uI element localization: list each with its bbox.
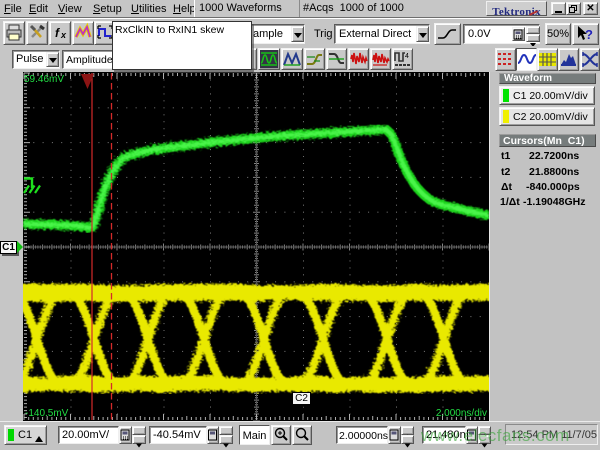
svg-text:4: 4	[405, 53, 409, 60]
svg-text:f: f	[55, 26, 60, 40]
svg-text:x: x	[60, 30, 67, 40]
svg-text:?: ?	[585, 27, 593, 42]
